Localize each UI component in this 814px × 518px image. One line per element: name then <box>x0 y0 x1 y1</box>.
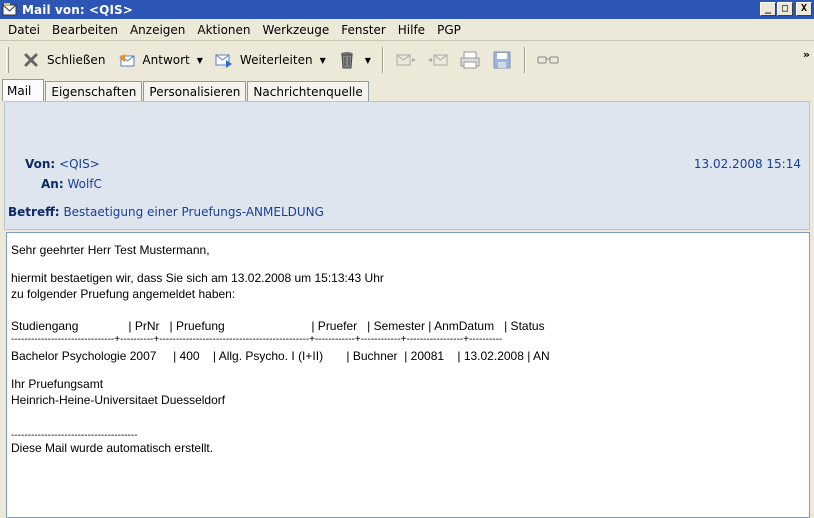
toolbar: Schließen Antwort ▼ Weiterleiten ▼ ▼ <box>0 41 814 79</box>
subject-label: Betreff: <box>8 205 60 219</box>
from-row: Von: <QIS> <box>25 157 100 171</box>
menu-hilfe[interactable]: Hilfe <box>392 23 431 37</box>
trash-icon <box>336 49 358 71</box>
subject-value: Bestaetigung einer Pruefungs-ANMELDUNG <box>63 205 324 219</box>
mail-date: 13.02.2008 15:14 <box>693 157 801 171</box>
mail-header-panel: Von: <QIS> 13.02.2008 15:14 An: WolfC Be… <box>4 101 810 230</box>
tab-strip: Mail Eigenschaften Personalisieren Nachr… <box>0 79 814 101</box>
tab-mail[interactable]: Mail <box>2 79 45 101</box>
toolbar-separator-2 <box>523 47 526 73</box>
next-mail-button[interactable] <box>390 46 422 74</box>
to-label: An: <box>41 177 64 191</box>
menu-anzeigen[interactable]: Anzeigen <box>124 23 191 37</box>
tab-eigenschaften[interactable]: Eigenschaften <box>45 81 143 101</box>
forward-button[interactable]: Weiterleiten ▼ <box>208 46 331 74</box>
footer-text: Diese Mail wurde automatisch erstellt. <box>11 441 214 455</box>
body-intro-line-1: hiermit bestaetigen wir, dass Sie sich a… <box>11 271 384 285</box>
menu-aktionen[interactable]: Aktionen <box>191 23 256 37</box>
window-controls: _ □ X <box>760 2 812 16</box>
reply-icon <box>115 49 137 71</box>
delete-dropdown-icon[interactable]: ▼ <box>365 56 371 65</box>
toolbar-separator <box>381 47 384 73</box>
forward-label: Weiterleiten <box>239 53 313 67</box>
envelope-next-icon <box>395 49 417 71</box>
minimize-button[interactable]: _ <box>760 2 776 16</box>
save-button[interactable] <box>486 46 518 74</box>
toolbar-grip[interactable] <box>6 47 9 73</box>
close-mail-button[interactable]: Schließen <box>15 46 110 74</box>
from-label: Von: <box>25 157 56 171</box>
menu-datei[interactable]: Datei <box>2 23 46 37</box>
signature-line-2: Heinrich-Heine-Universitaet Duesseldorf <box>11 393 226 407</box>
from-value[interactable]: <QIS> <box>59 157 100 171</box>
delete-button[interactable]: ▼ <box>331 46 376 74</box>
menu-bar: Datei Bearbeiten Anzeigen Aktionen Werkz… <box>0 19 814 41</box>
mail-body[interactable]: Sehr geehrter Herr Test Mustermann, hier… <box>6 232 810 518</box>
reply-button[interactable]: Antwort ▼ <box>110 46 207 74</box>
footer-rule: -------------------------------------- <box>11 430 138 441</box>
forward-dropdown-icon[interactable]: ▼ <box>320 56 326 65</box>
print-button[interactable] <box>454 46 486 74</box>
floppy-disk-icon <box>491 49 513 71</box>
to-value[interactable]: WolfC <box>67 177 101 191</box>
menu-pgp[interactable]: PGP <box>431 23 467 37</box>
printer-icon <box>459 49 481 71</box>
menu-werkzeuge[interactable]: Werkzeuge <box>257 23 336 37</box>
subject-row: Betreff: Bestaetigung einer Pruefungs-AN… <box>8 205 324 219</box>
menu-fenster[interactable]: Fenster <box>335 23 392 37</box>
exam-table-header: Studiengang | PrNr | Pruefung | Pruefer … <box>11 319 545 333</box>
window-title: Mail von: <QIS> <box>22 2 133 17</box>
close-mail-label: Schließen <box>47 53 106 67</box>
reply-label: Antwort <box>142 53 190 67</box>
envelope-previous-icon <box>427 49 449 71</box>
signature-line-1: Ihr Pruefungsamt <box>11 377 104 391</box>
toolbar-overflow-chevron-icon[interactable]: » <box>803 48 810 61</box>
close-x-icon <box>20 49 42 71</box>
exam-table-row: Bachelor Psychologie 2007 | 400 | Allg. … <box>11 349 550 363</box>
body-intro-line-2: zu folgender Pruefung angemeldet haben: <box>11 287 236 301</box>
to-row: An: WolfC <box>41 177 102 191</box>
tab-nachrichtenquelle[interactable]: Nachrichtenquelle <box>247 81 369 101</box>
view-toggle-button[interactable] <box>532 46 564 74</box>
tab-personalisieren[interactable]: Personalisieren <box>143 81 247 101</box>
reply-dropdown-icon[interactable]: ▼ <box>197 56 203 65</box>
body-greeting: Sehr geehrter Herr Test Mustermann, <box>11 243 210 257</box>
menu-bearbeiten[interactable]: Bearbeiten <box>46 23 124 37</box>
previous-mail-button[interactable] <box>422 46 454 74</box>
glasses-icon <box>537 49 559 71</box>
close-window-button[interactable]: X <box>796 2 812 16</box>
title-bar: Mail von: <QIS> _ □ X <box>0 0 814 19</box>
maximize-button[interactable]: □ <box>777 2 793 16</box>
exam-table-rule: -------------------------------+--------… <box>11 335 503 345</box>
mail-window-icon <box>2 2 18 17</box>
forward-icon <box>213 49 235 71</box>
